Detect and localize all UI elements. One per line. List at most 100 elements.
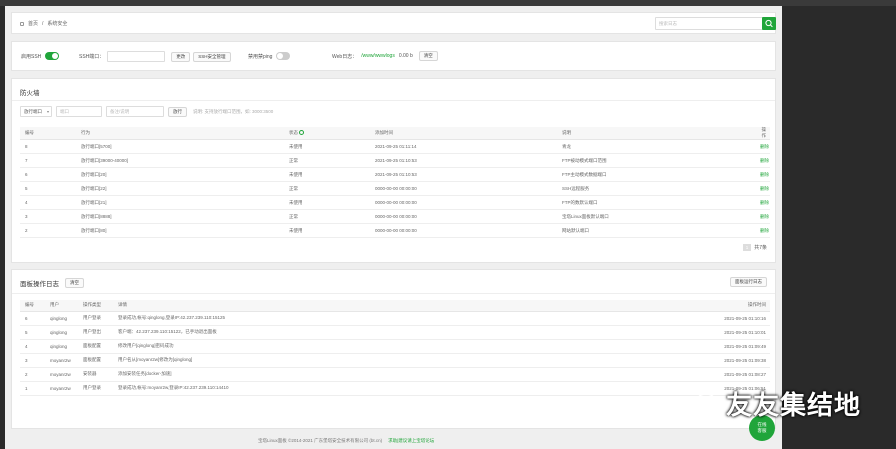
cell-id: 2 <box>20 367 45 382</box>
port-input[interactable]: 端口 <box>56 106 102 117</box>
delete-link[interactable]: 删除 <box>755 181 770 196</box>
wechat-icon <box>696 393 721 413</box>
cell-status: 未使用 <box>284 139 370 154</box>
firewall-table: 编号 行为 状态 添加时间 说明 操作 8 放行端口[5700] 未使用 2021-0… <box>20 127 770 238</box>
delete-link[interactable]: 删除 <box>755 167 770 182</box>
table-header-row: 编号 用户 操作类型 详情 操作时间 <box>20 300 770 312</box>
table-row: 4 qinglong 面板配置 修改用户[qinglong]密码成功 2021-09-2… <box>20 339 770 354</box>
cell-time: 2021-09-25 01:09:49 <box>443 339 770 354</box>
cell-user: moyanr2w <box>45 367 78 382</box>
col-action: 行为 <box>76 127 284 140</box>
cell-type: 用户登录 <box>78 381 113 396</box>
pagination: 1 共7条 <box>742 244 767 251</box>
release-button[interactable]: 放行 <box>168 106 187 117</box>
cell-type: 用户登出 <box>78 325 113 340</box>
breadcrumb-home[interactable]: 首页 <box>28 20 38 27</box>
cell-action: 放行端口[8888] <box>76 209 284 224</box>
cell-status: 正常 <box>284 153 370 168</box>
footer: 宝塔Linux面板 ©2014-2021 广东堡塔安全技术有限公司 (bt.cn… <box>258 438 434 444</box>
breadcrumb-current: 系统安全 <box>47 21 68 27</box>
cell-status: 正常 <box>284 181 370 196</box>
ssh-port-input[interactable] <box>107 51 166 62</box>
cell-id: 6 <box>20 311 45 326</box>
cell-action: 放行端口[22] <box>76 181 284 196</box>
delete-link[interactable]: 删除 <box>755 153 770 168</box>
col-id: 编号 <box>20 300 45 312</box>
delete-link[interactable]: 删除 <box>755 139 770 154</box>
search-button[interactable] <box>762 17 776 30</box>
footer-copyright: 宝塔Linux面板 ©2014-2021 广东堡塔安全技术有限公司 (bt.cn… <box>258 438 383 443</box>
header-bar: 首页 / 系统安全 搜索日志 <box>11 12 776 34</box>
firewall-card: 防火墙 放行端口 ▾ 端口 备注/说明 放行 说明: 支持放行端口范围，如: 3… <box>11 78 776 263</box>
cell-time: 0000-00-00 00:00:00 <box>370 209 557 224</box>
search-input[interactable]: 搜索日志 <box>655 17 763 30</box>
cell-time: 2021-09-25 01:09:38 <box>443 353 770 368</box>
log-clear-button[interactable]: 清空 <box>65 278 84 288</box>
table-row: 6 qinglong 用户登录 登录成功,帐号:qinglong,登录IP:42.23… <box>20 311 770 326</box>
col-id: 编号 <box>20 127 76 140</box>
page-number[interactable]: 1 <box>742 244 752 251</box>
cell-note: FTP的数默认端口 <box>557 195 755 210</box>
ssh-port-label: SSH端口： <box>79 54 105 60</box>
running-log-button[interactable]: 面板运行日志 <box>730 277 767 287</box>
cell-detail: 客户端：42.237.239.110:15122，已手动退出面板 <box>113 325 443 340</box>
table-row: 7 放行端口[39000-40000] 正常 2021-09-25 01:10:53 F… <box>20 153 770 168</box>
cell-id: 7 <box>20 153 76 168</box>
col-op: 操作 <box>755 127 770 140</box>
cell-time: 2021-09-25 01:08:27 <box>443 367 770 382</box>
remark-input[interactable]: 备注/说明 <box>106 106 164 117</box>
watermark: 友友集结地 <box>696 386 866 420</box>
delete-link[interactable]: 删除 <box>755 223 770 238</box>
cell-id: 2 <box>20 223 76 238</box>
cell-note: FTP被动模式端口范围 <box>557 153 755 168</box>
cell-time: 2021-09-25 01:10:16 <box>443 311 770 326</box>
delete-link[interactable]: 删除 <box>755 209 770 224</box>
cell-action: 放行端口[20] <box>76 167 284 182</box>
cell-id: 8 <box>20 139 76 154</box>
help-icon[interactable] <box>299 130 305 136</box>
page-total: 共7条 <box>754 245 767 251</box>
cell-id: 6 <box>20 167 76 182</box>
ping-toggle[interactable] <box>276 52 291 60</box>
footer-forum-link[interactable]: 求助|建议请上宝塔论坛 <box>388 438 434 444</box>
cell-time: 0000-00-00 00:00:00 <box>370 195 557 210</box>
log-table: 编号 用户 操作类型 详情 操作时间 6 qinglong 用户登录 登录成功,帐号:… <box>20 300 770 396</box>
port-type-select[interactable]: 放行端口 ▾ <box>20 106 52 117</box>
table-header-row: 编号 行为 状态 添加时间 说明 操作 <box>20 127 770 140</box>
cell-type: 面板配置 <box>78 339 113 354</box>
cell-status: 未使用 <box>284 223 370 238</box>
cell-time: 2021-09-25 01:11:14 <box>370 139 557 154</box>
cell-note: FTP主动模式数据端口 <box>557 167 755 182</box>
col-note: 说明 <box>557 127 755 140</box>
weblog-path[interactable]: /www/wwwlogs <box>361 53 395 59</box>
security-toolbar: 启用SSH SSH端口： 更改 SSH安全管理 禁用禁ping Web日志： /… <box>11 41 776 71</box>
cell-time: 2021-09-25 01:10:01 <box>443 325 770 340</box>
cell-id: 3 <box>20 353 45 368</box>
col-time: 添加时间 <box>370 127 557 140</box>
cell-detail: 添加安装任务[docker-加速] <box>113 367 443 382</box>
cell-detail: 登录成功,帐号:qinglong,登录IP:42.237.239.110:151… <box>113 311 443 326</box>
cell-note: 青龙 <box>557 139 755 154</box>
ssh-toggle[interactable] <box>45 52 60 60</box>
col-type: 操作类型 <box>78 300 113 312</box>
table-row: 2 moyanr2w 安装器 添加安装任务[docker-加速] 2021-09-25 … <box>20 367 770 382</box>
weblog-size: 0.00 b <box>398 53 413 59</box>
ping-label: 禁用禁ping <box>248 53 273 60</box>
col-time: 操作时间 <box>443 300 770 312</box>
cell-user: qinglong <box>45 311 78 326</box>
col-detail: 详情 <box>113 300 443 312</box>
cell-user: moyanr2w <box>45 353 78 368</box>
ssh-manage-button[interactable]: SSH安全管理 <box>193 51 231 62</box>
change-port-button[interactable]: 更改 <box>171 51 191 62</box>
log-card: 面板操作日志 清空 面板运行日志 编号 用户 操作类型 详情 操作时间 6 qin… <box>11 269 776 429</box>
cell-type: 面板配置 <box>78 353 113 368</box>
cell-time: 2021-09-25 01:10:53 <box>370 153 557 168</box>
table-row: 8 放行端口[5700] 未使用 2021-09-25 01:11:14 青龙 删除 <box>20 139 770 154</box>
cell-note: 宝塔Linux面板默认端口 <box>557 209 755 224</box>
support-line-2: 客服 <box>757 428 767 433</box>
weblog-label: Web日志： <box>332 53 358 60</box>
delete-link[interactable]: 删除 <box>755 195 770 210</box>
weblog-clear-button[interactable]: 清空 <box>418 51 438 61</box>
home-icon <box>20 21 24 26</box>
cell-detail: 登录成功,帐号:moyanr2w,登录IP:42.237.239.110:144… <box>113 381 443 396</box>
